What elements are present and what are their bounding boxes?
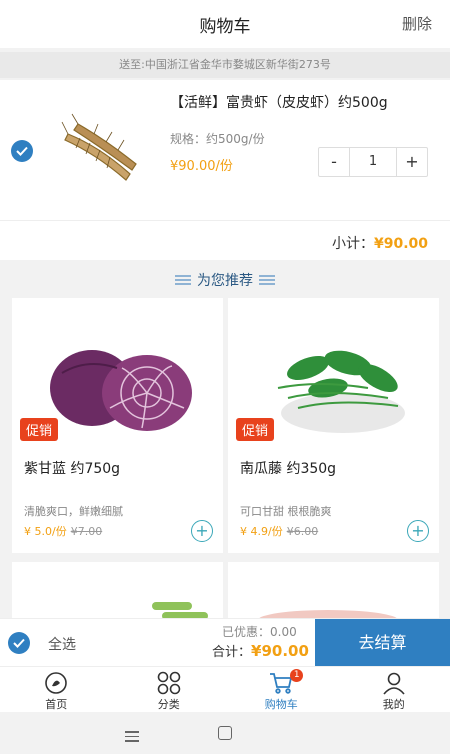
item-name[interactable]: 【活鲜】富贵虾（皮皮虾）约500g xyxy=(170,92,388,112)
subtotal-label: 小计： xyxy=(331,236,374,252)
tab-category[interactable]: 分类 xyxy=(113,667,226,712)
decrease-button[interactable]: - xyxy=(319,148,349,176)
heading-decoration-icon xyxy=(175,273,191,287)
check-icon xyxy=(13,638,25,648)
tab-label: 分类 xyxy=(157,698,180,711)
menu-icon[interactable] xyxy=(125,728,139,745)
total-label: 合计： xyxy=(212,645,252,660)
tab-bar: 首页 分类 1 购物车 我的 xyxy=(0,666,450,712)
select-all-label[interactable]: 全选 xyxy=(48,634,76,654)
divider xyxy=(0,220,450,221)
product-price: ¥ 4.9/份 ¥6.00 xyxy=(240,523,318,539)
delivery-address[interactable]: 送至:中国浙江省金华市婺城区新华街273号 xyxy=(0,52,450,78)
add-to-cart-button[interactable]: + xyxy=(407,520,429,542)
item-price: ¥90.00/份 xyxy=(170,159,233,174)
heading-decoration-icon xyxy=(259,273,275,287)
page-title: 购物车 xyxy=(199,17,251,37)
product-card-partial[interactable] xyxy=(12,562,223,622)
product-card-partial[interactable] xyxy=(228,562,439,630)
increase-button[interactable]: + xyxy=(397,148,427,176)
tab-label: 首页 xyxy=(45,698,68,711)
product-name: 南瓜藤 约350g xyxy=(240,461,337,477)
recommend-title: 为您推荐 xyxy=(197,273,253,289)
old-price: ¥7.00 xyxy=(70,525,103,538)
product-card[interactable]: 促销 紫甘蓝 约750g 清脆爽口，鲜嫩细腻 ¥ 5.0/份 ¥7.00 + xyxy=(12,298,223,553)
checkout-bar: 全选 已优惠：0.00 合计：¥90.00 去结算 xyxy=(0,618,450,667)
checkout-button[interactable]: 去结算 xyxy=(315,619,450,667)
header: 购物车 删除 xyxy=(0,0,450,48)
subtotal: 小计：¥90.00 xyxy=(332,233,428,253)
category-icon xyxy=(157,671,181,695)
cart-item: 【活鲜】富贵虾（皮皮虾）约500g 规格：约500g/份 ¥90.00/份 - … xyxy=(0,80,450,260)
product-image-shrimp[interactable] xyxy=(60,112,142,190)
system-nav-bar xyxy=(0,712,450,754)
select-all-checkbox[interactable] xyxy=(8,632,30,654)
check-icon xyxy=(16,146,28,156)
product-image-fish xyxy=(258,610,398,630)
tab-label: 我的 xyxy=(382,698,405,711)
delete-button[interactable]: 删除 xyxy=(402,13,432,34)
current-price: ¥ 4.9/份 xyxy=(240,525,283,538)
item-spec: 规格：约500g/份 xyxy=(170,132,265,146)
promo-badge: 促销 xyxy=(236,418,275,441)
product-image-celery xyxy=(152,602,208,620)
system-home-icon[interactable] xyxy=(218,726,232,740)
add-to-cart-button[interactable]: + xyxy=(191,520,213,542)
quantity-value[interactable]: 1 xyxy=(349,148,397,176)
recommend-heading: 为您推荐 xyxy=(0,268,450,292)
tab-label: 购物车 xyxy=(264,698,298,711)
subtotal-value: ¥90.00 xyxy=(373,236,428,252)
total-value: ¥90.00 xyxy=(251,642,309,660)
cart-count-badge: 1 xyxy=(290,669,304,682)
quantity-stepper: - 1 + xyxy=(318,147,428,177)
item-checkbox[interactable] xyxy=(11,140,33,162)
product-desc: 清脆爽口，鲜嫩细腻 xyxy=(24,505,123,518)
promo-badge: 促销 xyxy=(20,418,59,441)
total: 合计：¥90.00 xyxy=(212,641,309,660)
home-icon xyxy=(45,672,68,694)
current-price: ¥ 5.0/份 xyxy=(24,525,67,538)
tab-home[interactable]: 首页 xyxy=(0,667,113,712)
discount-text: 已优惠：0.00 xyxy=(222,625,297,639)
old-price: ¥6.00 xyxy=(286,525,319,538)
product-card[interactable]: 促销 南瓜藤 约350g 可口甘甜 根根脆爽 ¥ 4.9/份 ¥6.00 + xyxy=(228,298,439,553)
tab-cart[interactable]: 1 购物车 xyxy=(225,667,338,712)
tab-profile[interactable]: 我的 xyxy=(338,667,450,712)
product-desc: 可口甘甜 根根脆爽 xyxy=(240,505,332,518)
product-name: 紫甘蓝 约750g xyxy=(24,461,121,477)
profile-icon xyxy=(383,672,405,695)
product-price: ¥ 5.0/份 ¥7.00 xyxy=(24,523,102,539)
